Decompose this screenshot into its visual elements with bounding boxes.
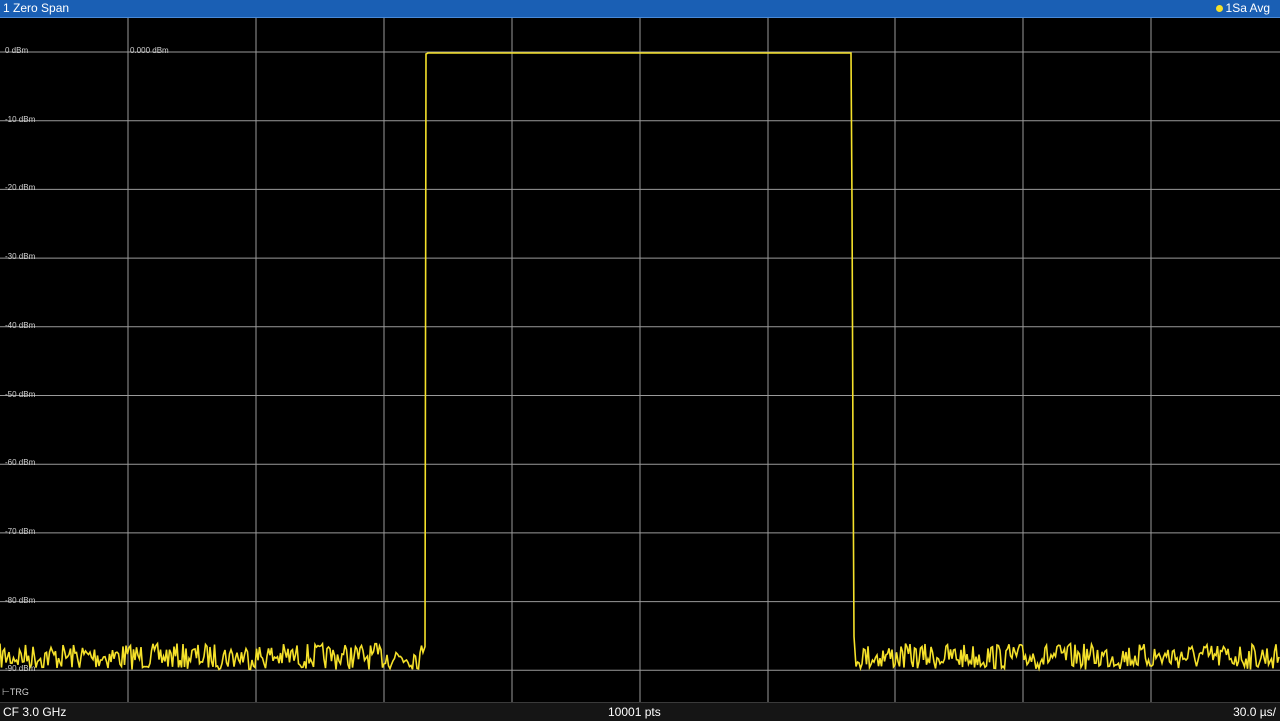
y-axis-label: 0 dBm [5, 46, 29, 55]
center-frequency: CF 3.0 GHz [3, 705, 67, 719]
trace-mode-label: 1Sa Avg [1225, 1, 1270, 15]
trace-info: 1Sa Avg [1215, 1, 1270, 15]
status-bar: CF 3.0 GHz 10001 pts 30.0 µs/ [0, 702, 1280, 721]
y-axis-label: -30 dBm [5, 252, 36, 262]
y-axis-label: -50 dBm [5, 389, 36, 399]
y-axis-label: -10 dBm [5, 114, 36, 124]
y-axis-label: -90 dBm [5, 664, 36, 674]
y-axis-label: -70 dBm [5, 526, 36, 536]
reference-level-label: 0.000 dBm [130, 46, 169, 55]
y-axis-label: -40 dBm [5, 320, 36, 330]
trace-plot[interactable] [0, 18, 1280, 702]
grid [0, 18, 1280, 702]
sweep-points: 10001 pts [608, 705, 661, 719]
y-axis-label: -60 dBm [5, 458, 36, 468]
trace-indicator-icon [1215, 4, 1223, 12]
y-axis-label: -80 dBm [5, 595, 36, 605]
title-bar: 1 Zero Span 1Sa Avg [0, 0, 1280, 18]
trigger-label: ⊢TRG [2, 687, 29, 697]
y-axis-label: -20 dBm [5, 183, 36, 193]
window-title: 1 Zero Span [3, 1, 70, 15]
time-per-division: 30.0 µs/ [1233, 705, 1276, 719]
